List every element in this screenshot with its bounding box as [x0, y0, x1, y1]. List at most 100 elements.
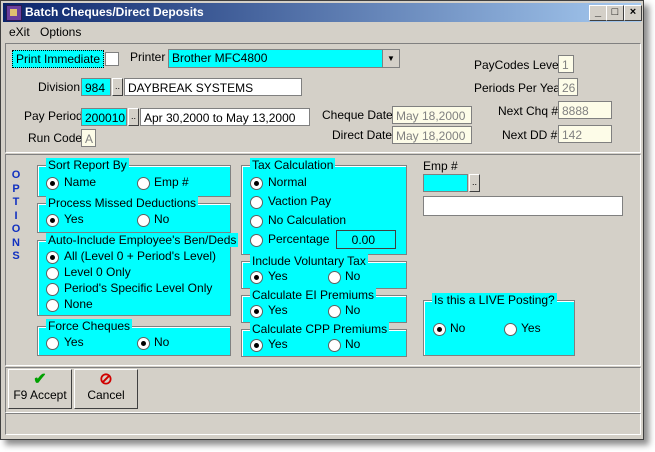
header-panel: Print Immediate Printer Brother MFC4800 … [5, 43, 641, 153]
cpp-premiums-title: Calculate CPP Premiums [250, 322, 390, 336]
division-name-field: DAYBREAK SYSTEMS [124, 78, 302, 96]
sort-emp-label: Emp # [154, 175, 189, 189]
ei-premiums-group: Calculate EI Premiums Yes No [241, 288, 407, 323]
window-title: Batch Cheques/Direct Deposits [25, 5, 204, 19]
tax-normal-radio[interactable] [250, 177, 263, 190]
force-no-radio[interactable] [137, 337, 150, 350]
cheque-date-field: May 18,2000 [392, 106, 472, 124]
status-bar [5, 413, 641, 435]
close-icon[interactable]: × [624, 5, 642, 21]
accept-label: F9 Accept [13, 388, 67, 402]
pay-period-range-field: Apr 30,2000 to May 13,2000 [140, 108, 310, 126]
sort-name-radio[interactable] [46, 177, 59, 190]
voltax-no-label: No [345, 269, 361, 283]
paycodes-level-field: 1 [558, 55, 574, 73]
ei-yes-label: Yes [268, 303, 288, 317]
menu-options[interactable]: Options [40, 25, 81, 39]
auto-period-label: Period's Specific Level Only [64, 281, 213, 295]
auto-include-group: Auto-Include Employee's Ben/Deds All (Le… [37, 233, 239, 316]
tax-nocalc-radio[interactable] [250, 215, 263, 228]
cpp-no-radio[interactable] [328, 339, 341, 352]
minimize-icon[interactable]: _ [589, 5, 607, 21]
auto-level0-label: Level 0 Only [64, 265, 131, 279]
periods-per-year-label: Periods Per Year [474, 81, 565, 95]
direct-date-label: Direct Date [332, 128, 393, 142]
paycodes-level-label: PayCodes Level [474, 58, 562, 72]
tax-nocalc-label: No Calculation [268, 213, 347, 227]
auto-include-title: Auto-Include Employee's Ben/Deds [46, 233, 239, 247]
live-yes-label: Yes [521, 321, 541, 335]
percentage-input[interactable]: 0.00 [336, 230, 396, 249]
voltax-yes-radio[interactable] [250, 271, 263, 284]
missed-deductions-title: Process Missed Deductions [46, 196, 199, 210]
division-lookup-button[interactable]: .. [112, 78, 123, 96]
ei-no-radio[interactable] [328, 305, 341, 318]
ei-yes-radio[interactable] [250, 305, 263, 318]
cpp-yes-radio[interactable] [250, 339, 263, 352]
missed-no-radio[interactable] [137, 214, 150, 227]
chevron-down-icon[interactable]: ▼ [382, 50, 399, 67]
cpp-yes-label: Yes [268, 337, 288, 351]
cancel-icon: ⊘ [99, 371, 113, 388]
voluntary-tax-group: Include Voluntary Tax Yes No [241, 254, 407, 289]
tax-vacation-label: Vaction Pay [268, 194, 332, 208]
checkmark-icon: ✔ [33, 371, 47, 388]
auto-period-radio[interactable] [46, 283, 59, 296]
tax-calc-title: Tax Calculation [250, 158, 336, 172]
live-no-label: No [450, 321, 466, 335]
auto-none-label: None [64, 297, 93, 311]
voltax-no-radio[interactable] [328, 271, 341, 284]
printer-value: Brother MFC4800 [172, 51, 268, 65]
force-no-label: No [154, 335, 170, 349]
pay-period-input[interactable]: 200010 [81, 108, 127, 126]
missed-yes-label: Yes [64, 212, 84, 226]
direct-date-field: May 18,2000 [392, 126, 472, 144]
division-label: Division [38, 80, 81, 94]
force-yes-radio[interactable] [46, 337, 59, 350]
missed-yes-radio[interactable] [46, 214, 59, 227]
next-cheque-field: 8888 [558, 101, 612, 119]
emp-label: Emp # [423, 159, 458, 173]
maximize-icon[interactable]: □ [606, 5, 624, 21]
emp-code-input[interactable] [423, 174, 468, 192]
auto-all-radio[interactable] [46, 251, 59, 264]
live-yes-radio[interactable] [504, 323, 517, 336]
pay-period-label: Pay Period [24, 109, 83, 123]
run-code-field: A [81, 129, 96, 147]
title-bar: Batch Cheques/Direct Deposits _ □ × [3, 3, 642, 22]
app-icon [6, 5, 22, 21]
live-posting-title: Is this a LIVE Posting? [432, 293, 557, 307]
cancel-button[interactable]: ⊘ Cancel [74, 369, 138, 409]
emp-name-field [423, 196, 623, 216]
accept-button[interactable]: ✔ F9 Accept [8, 369, 72, 409]
tax-percentage-radio[interactable] [250, 234, 263, 247]
pay-period-lookup-button[interactable]: .. [128, 108, 139, 126]
sort-emp-radio[interactable] [137, 177, 150, 190]
batch-cheques-window: Batch Cheques/Direct Deposits _ □ × eXit… [0, 0, 644, 440]
next-cheque-label: Next Chq # [498, 104, 559, 118]
auto-level0-radio[interactable] [46, 267, 59, 280]
sort-report-title: Sort Report By [46, 158, 129, 172]
printer-select[interactable]: Brother MFC4800 ▼ [168, 49, 400, 68]
live-no-radio[interactable] [433, 323, 446, 336]
division-code-input[interactable]: 984 [81, 78, 111, 96]
print-immediate-label: Print Immediate [12, 50, 105, 68]
ei-premiums-title: Calculate EI Premiums [250, 288, 377, 302]
menu-exit[interactable]: eXit [9, 25, 30, 39]
auto-none-radio[interactable] [46, 299, 59, 312]
menu-bar: eXit Options [3, 23, 641, 41]
auto-all-label: All (Level 0 + Period's Level) [64, 249, 217, 263]
tax-normal-label: Normal [268, 175, 307, 189]
tax-vacation-radio[interactable] [250, 196, 263, 209]
ei-no-label: No [345, 303, 361, 317]
options-vertical-label: OPTIONS [11, 169, 21, 262]
emp-lookup-button[interactable]: .. [469, 174, 480, 192]
next-dd-label: Next DD # [502, 128, 558, 142]
cheque-date-label: Cheque Date [322, 108, 393, 122]
force-cheques-title: Force Cheques [46, 319, 133, 333]
cancel-label: Cancel [87, 388, 125, 402]
force-yes-label: Yes [64, 335, 84, 349]
next-dd-field: 142 [558, 125, 612, 143]
button-bar: ✔ F9 Accept ⊘ Cancel [5, 367, 641, 413]
print-immediate-checkbox[interactable] [105, 52, 119, 66]
